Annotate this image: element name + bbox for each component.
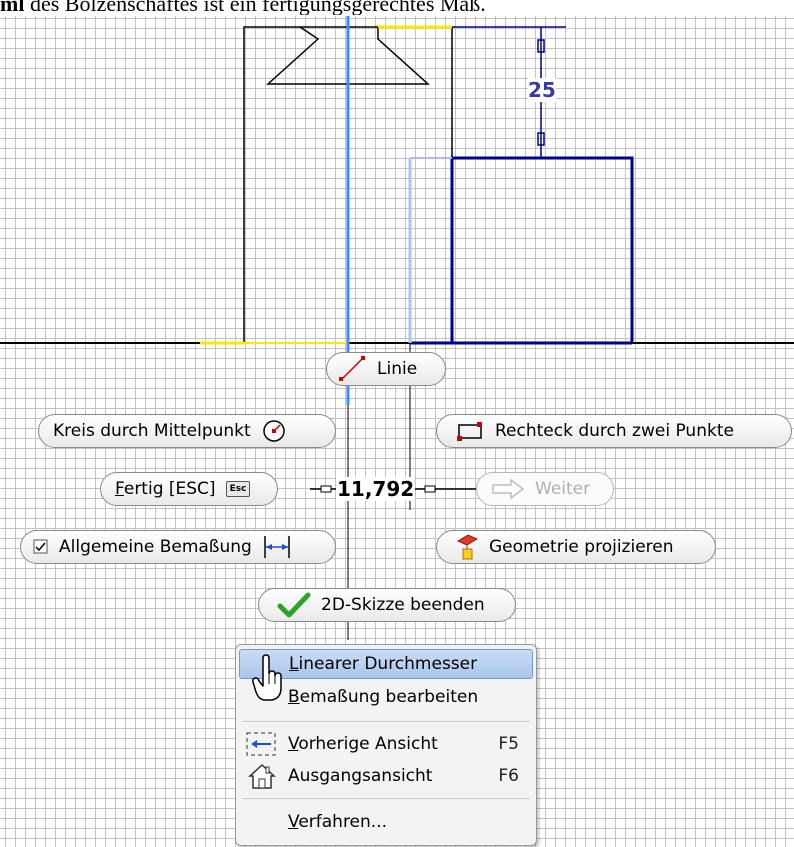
- menu-separator: [242, 721, 530, 722]
- menu-item-label: Linearer Durchmesser: [289, 654, 478, 674]
- kreis-button[interactable]: Kreis durch Mittelpunkt: [38, 414, 336, 448]
- dimension-25-label[interactable]: 25: [528, 78, 556, 102]
- project-geometry-icon: [455, 533, 479, 561]
- skizze-beenden-button[interactable]: 2D-Skizze beenden: [258, 588, 516, 622]
- fertig-label: Fertig [ESC]: [115, 479, 216, 499]
- menu-separator: [242, 798, 530, 799]
- bolt-countersink-shape-right: [348, 27, 430, 85]
- menu-item-shortcut: F6: [498, 766, 519, 786]
- menu-item-verfahren[interactable]: Verfahren...: [239, 807, 533, 837]
- kreis-label: Kreis durch Mittelpunkt: [53, 421, 251, 441]
- weiter-label: Weiter: [535, 479, 591, 499]
- menu-item-ausgangsansicht[interactable]: Ausgangsansicht F6: [239, 761, 533, 791]
- menu-item-label: Ausgangsansicht: [288, 766, 433, 786]
- bemassung-button[interactable]: Allgemeine Bemaßung: [20, 530, 336, 564]
- esc-key-icon: Esc: [225, 481, 251, 497]
- menu-item-label: Verfahren...: [288, 812, 387, 832]
- home-icon: [247, 762, 277, 790]
- checkbox-icon: [33, 539, 49, 555]
- menu-item-label: Vorherige Ansicht: [288, 734, 438, 754]
- arrow-right-icon: [491, 479, 525, 499]
- input-dim-arrow-left: [320, 485, 332, 493]
- rectangle-icon: [455, 420, 485, 442]
- esc-key-label: Esc: [229, 484, 247, 494]
- bolt-countersink-shape: [266, 26, 348, 85]
- rechteck-button[interactable]: Rechteck durch zwei Punkte: [436, 414, 792, 448]
- checkmark-icon: [277, 592, 311, 618]
- menu-item-label: Bemaßung bearbeiten: [288, 687, 479, 707]
- menu-item-vorherige-ansicht[interactable]: Vorherige Ansicht F5: [239, 729, 533, 759]
- bolt-countersink-left: [244, 27, 318, 84]
- dimension-icon: [262, 534, 292, 560]
- shaft-rectangle: [450, 156, 634, 343]
- circle-center-icon: [261, 418, 287, 444]
- fertig-button[interactable]: Fertig [ESC] Esc: [100, 472, 278, 506]
- linie-button[interactable]: Linie: [326, 352, 446, 386]
- menu-item-shortcut: F5: [498, 734, 519, 754]
- dimension-input-value[interactable]: 11,792: [336, 477, 416, 501]
- previous-view-icon: [245, 731, 277, 757]
- line-icon: [337, 356, 367, 382]
- weiter-button[interactable]: Weiter: [476, 472, 614, 506]
- geometrie-label: Geometrie projizieren: [489, 537, 674, 557]
- geometrie-button[interactable]: Geometrie projizieren: [436, 530, 716, 564]
- linie-label: Linie: [377, 359, 418, 379]
- bemassung-label: Allgemeine Bemaßung: [59, 537, 252, 557]
- input-dim-arrow-right: [424, 485, 436, 493]
- skizze-beenden-label: 2D-Skizze beenden: [321, 595, 485, 615]
- rechteck-label: Rechteck durch zwei Punkte: [495, 421, 734, 441]
- hand-cursor-icon: [252, 654, 282, 701]
